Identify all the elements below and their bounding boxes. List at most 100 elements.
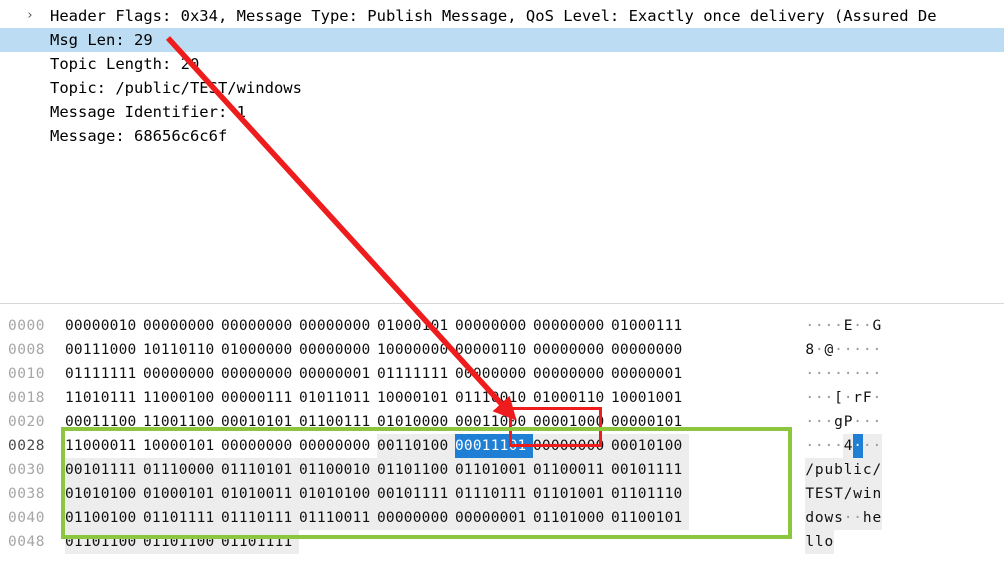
hex-byte[interactable]: 01110111 (455, 482, 533, 506)
expand-triangle-icon[interactable]: › (22, 4, 38, 28)
ascii-char[interactable]: c (862, 458, 873, 482)
hex-byte[interactable]: 00011101 (455, 434, 533, 458)
hex-byte[interactable]: 00000000 (533, 362, 611, 386)
detail-row-topic-length[interactable]: Topic Length: 20 (0, 52, 1004, 76)
ascii-char[interactable]: l (843, 458, 853, 482)
hex-row[interactable]: 0008 00111000 10110110 01000000 00000000 1000… (0, 338, 1004, 362)
ascii-char[interactable]: @ (824, 338, 834, 362)
hex-byte[interactable]: 00000111 (221, 386, 299, 410)
ascii-char[interactable]: · (824, 434, 834, 458)
hex-byte[interactable]: 00110100 (377, 434, 455, 458)
hex-byte[interactable]: 01101111 (221, 530, 299, 554)
hex-byte[interactable]: 01110111 (221, 506, 299, 530)
ascii-char[interactable]: · (843, 506, 853, 530)
hex-byte[interactable]: 01100100 (65, 506, 143, 530)
ascii-char[interactable]: T (833, 482, 844, 506)
ascii-char[interactable]: · (805, 314, 815, 338)
hex-byte[interactable]: 01010011 (221, 482, 299, 506)
hex-byte-group[interactable]: 11010111 11000100 00000111 01011011 10000101… (65, 386, 689, 410)
ascii-char[interactable]: / (843, 482, 853, 506)
ascii-group[interactable]: ····E··G (805, 314, 882, 338)
hex-byte[interactable]: 01010100 (299, 482, 377, 506)
hex-byte[interactable]: 00000001 (299, 362, 377, 386)
ascii-char[interactable]: w (824, 506, 834, 530)
ascii-char[interactable]: h (862, 506, 873, 530)
packet-detail-pane[interactable]: › Header Flags: 0x34, Message Type: Publ… (0, 0, 1004, 300)
ascii-group[interactable]: /public/ (805, 458, 882, 482)
ascii-char[interactable]: · (834, 314, 844, 338)
ascii-group[interactable]: ····4··· (805, 434, 882, 458)
hex-byte[interactable]: 01100010 (299, 458, 377, 482)
hex-byte[interactable]: 00111000 (65, 338, 143, 362)
ascii-char[interactable]: i (852, 458, 863, 482)
hex-byte[interactable]: 10000101 (143, 434, 221, 458)
hex-byte[interactable]: 01101100 (143, 530, 221, 554)
ascii-char[interactable]: b (833, 458, 844, 482)
hex-byte[interactable]: 00000000 (533, 434, 611, 458)
detail-row-header-flags[interactable]: › Header Flags: 0x34, Message Type: Publ… (0, 4, 1004, 28)
ascii-char[interactable]: u (824, 458, 834, 482)
hex-byte[interactable]: 01100011 (533, 458, 611, 482)
ascii-char[interactable]: l (814, 530, 825, 554)
ascii-char[interactable]: · (853, 314, 863, 338)
hex-byte-group[interactable]: 00111000 10110110 01000000 00000000 10000000… (65, 338, 689, 362)
hex-row[interactable]: 0020 00011100 11001100 00010101 01100111 0101… (0, 410, 1004, 434)
ascii-group[interactable]: 8·@····· (805, 338, 882, 362)
hex-byte-group[interactable]: 01010100 01000101 01010011 01010100 00101111… (65, 482, 689, 506)
ascii-char[interactable]: E (814, 482, 825, 506)
ascii-char[interactable]: S (824, 482, 834, 506)
hex-byte[interactable]: 00010101 (221, 410, 299, 434)
ascii-char[interactable]: · (824, 410, 834, 434)
hex-row[interactable]: 0028 11000011 10000101 00000000 00000000 0011… (0, 434, 1004, 458)
hex-byte[interactable]: 01000101 (143, 482, 221, 506)
hex-row[interactable]: 0038 01010100 01000101 01010011 01010100 0010… (0, 482, 1004, 506)
ascii-char[interactable]: · (843, 362, 853, 386)
hex-byte[interactable]: 01010000 (377, 410, 455, 434)
ascii-char[interactable]: · (815, 362, 825, 386)
ascii-char[interactable]: · (872, 386, 882, 410)
hex-byte[interactable]: 01110101 (221, 458, 299, 482)
hex-byte[interactable]: 11001100 (143, 410, 221, 434)
hex-byte[interactable]: 01000000 (221, 338, 299, 362)
hex-byte[interactable]: 00000001 (455, 506, 533, 530)
hex-byte[interactable]: 01110000 (143, 458, 221, 482)
ascii-char[interactable]: · (824, 362, 834, 386)
hex-byte[interactable]: 01010100 (65, 482, 143, 506)
hex-row[interactable]: 0030 00101111 01110000 01110101 01100010 0110… (0, 458, 1004, 482)
ascii-char[interactable]: r (853, 386, 863, 410)
hex-byte[interactable]: 00000110 (455, 338, 533, 362)
hex-byte[interactable]: 11000100 (143, 386, 221, 410)
hex-byte[interactable]: 10000101 (377, 386, 455, 410)
hex-byte[interactable]: 01101001 (455, 458, 533, 482)
ascii-char[interactable]: s (833, 506, 844, 530)
ascii-char[interactable]: i (862, 482, 873, 506)
hex-byte[interactable]: 10001001 (611, 386, 689, 410)
hex-byte[interactable]: 00000000 (299, 338, 377, 362)
hex-byte[interactable]: 01110010 (455, 386, 533, 410)
ascii-group[interactable]: ···[·rF· (805, 386, 882, 410)
ascii-char[interactable]: · (824, 314, 834, 338)
hex-byte[interactable]: 00000000 (533, 314, 611, 338)
ascii-char[interactable]: · (805, 434, 815, 458)
hex-byte[interactable]: 01100111 (299, 410, 377, 434)
ascii-char[interactable]: · (872, 362, 882, 386)
ascii-char[interactable]: · (805, 362, 815, 386)
hex-byte-group[interactable]: 00000010 00000000 00000000 00000000 01000101… (65, 314, 689, 338)
ascii-char[interactable]: · (834, 362, 844, 386)
ascii-char[interactable]: · (863, 338, 873, 362)
hex-byte[interactable]: 01011011 (299, 386, 377, 410)
hex-byte[interactable]: 00000000 (221, 314, 299, 338)
hex-byte[interactable]: 10000000 (377, 338, 455, 362)
ascii-char[interactable]: · (815, 434, 825, 458)
ascii-char[interactable]: · (815, 338, 825, 362)
ascii-char[interactable]: · (872, 338, 882, 362)
ascii-char[interactable]: · (862, 434, 873, 458)
ascii-char[interactable]: · (834, 338, 844, 362)
hex-byte[interactable]: 00000000 (221, 362, 299, 386)
hex-byte[interactable]: 01101100 (65, 530, 143, 554)
ascii-char[interactable]: p (814, 458, 825, 482)
hex-byte[interactable]: 01101100 (377, 458, 455, 482)
hex-byte[interactable]: 00000000 (533, 338, 611, 362)
ascii-char[interactable]: · (853, 362, 863, 386)
hex-byte[interactable]: 01000111 (611, 314, 689, 338)
